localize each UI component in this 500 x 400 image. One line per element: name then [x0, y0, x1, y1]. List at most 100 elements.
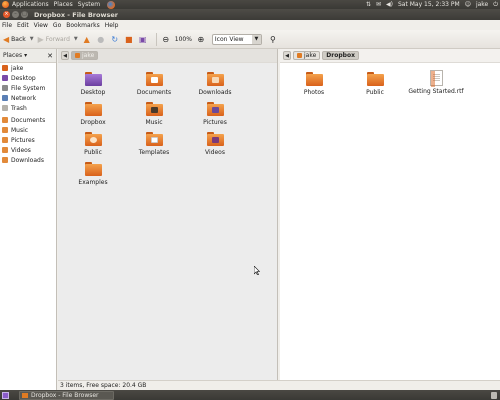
public-folder-icon: [84, 132, 102, 146]
right-file-pane[interactable]: ◀ jake Dropbox Photos Public Getting Sta…: [280, 49, 500, 380]
file-name: Downloads: [198, 89, 232, 96]
path-crumb-jake[interactable]: jake: [71, 51, 99, 60]
path-back-arrow-icon[interactable]: ◀: [61, 51, 69, 60]
sidebar-item-label: File System: [11, 84, 46, 92]
folder-icon: [2, 127, 8, 133]
file-name: Photos: [303, 89, 325, 96]
menu-places[interactable]: Places: [54, 1, 73, 8]
user-icon: ☺: [464, 1, 471, 8]
file-name: Dropbox: [80, 119, 106, 126]
folder-item-desktop[interactable]: Desktop: [63, 72, 123, 96]
sidebar-item-network[interactable]: Network: [0, 93, 56, 103]
menu-view[interactable]: View: [34, 22, 48, 29]
folder-item-music[interactable]: Music: [124, 102, 184, 126]
back-label: Back: [11, 35, 26, 43]
menu-file[interactable]: File: [2, 22, 12, 29]
zoom-out-icon[interactable]: ⊖: [161, 34, 171, 44]
folder-item-public[interactable]: Public: [345, 72, 405, 96]
show-desktop-icon[interactable]: [2, 391, 9, 399]
folder-icon: [2, 117, 8, 123]
file-name: Public: [84, 149, 102, 156]
maximize-window-button[interactable]: □: [21, 11, 28, 18]
view-mode-select[interactable]: Icon View ▼: [211, 33, 262, 45]
menu-applications[interactable]: Applications: [12, 1, 49, 8]
sidebar-item-downloads[interactable]: Downloads: [0, 155, 56, 165]
back-history-dropdown[interactable]: ▼: [30, 36, 34, 42]
folder-item-dropbox[interactable]: Dropbox: [63, 102, 123, 126]
computer-icon[interactable]: ▣: [138, 34, 148, 44]
sidebar-item-desktop[interactable]: Desktop: [0, 73, 56, 83]
desktop-folder-icon: [84, 72, 102, 86]
dropbox-folder-icon: [84, 102, 102, 116]
forward-button[interactable]: ▶ Forward: [38, 35, 70, 44]
path-back-arrow-icon[interactable]: ◀: [283, 51, 291, 60]
zoom-in-icon[interactable]: ⊕: [196, 34, 206, 44]
sidebar-item-file-system[interactable]: File System: [0, 83, 56, 93]
toolbar: ◀ Back ▼ ▶ Forward ▼ ▲ ● ↻ ■ ▣ ⊖ 100% ⊕ …: [0, 30, 500, 49]
sidebar-item-videos[interactable]: Videos: [0, 145, 56, 155]
sidebar-item-trash[interactable]: Trash: [0, 103, 56, 113]
file-name: Templates: [138, 149, 170, 156]
folder-item-pictures[interactable]: Pictures: [185, 102, 245, 126]
file-name: Videos: [205, 149, 225, 156]
user-name[interactable]: jake: [476, 1, 488, 8]
sidebar-item-label: Documents: [11, 116, 46, 124]
places-sidebar: Places ▾ ✕ jake Desktop File System Netw…: [0, 49, 57, 390]
menu-bookmarks[interactable]: Bookmarks: [66, 22, 100, 29]
left-path-bar: ◀ jake: [58, 49, 277, 63]
top-panel: Applications Places System ⇅ ✉ ◀) Sat Ma…: [0, 0, 500, 9]
forward-label: Forward: [45, 35, 70, 43]
sidebar-item-label: Trash: [11, 104, 27, 112]
sidebar-item-label: Music: [11, 126, 29, 134]
search-icon[interactable]: ⚲: [268, 34, 278, 44]
menu-go[interactable]: Go: [53, 22, 61, 29]
folder-icon: [2, 147, 8, 153]
menu-edit[interactable]: Edit: [17, 22, 29, 29]
sidebar-item-pictures[interactable]: Pictures: [0, 135, 56, 145]
sidebar-item-documents[interactable]: Documents: [0, 115, 56, 125]
stop-icon[interactable]: ●: [96, 34, 106, 44]
clock[interactable]: Sat May 15, 2:33 PM: [398, 1, 460, 8]
sidebar-item-jake[interactable]: jake: [0, 63, 56, 73]
folder-item-public[interactable]: Public: [63, 132, 123, 156]
path-crumb-dropbox[interactable]: Dropbox: [322, 51, 359, 60]
window-titlebar[interactable]: × – □ Dropbox - File Browser: [0, 9, 500, 20]
menu-help[interactable]: Help: [105, 22, 119, 29]
file-name: Public: [366, 89, 384, 96]
left-file-pane[interactable]: ◀ jake Desktop Documents Downloads Dropb…: [58, 49, 278, 380]
crumb-label: jake: [82, 52, 95, 59]
close-sidebar-icon[interactable]: ✕: [47, 52, 53, 60]
reload-icon[interactable]: ↻: [110, 34, 120, 44]
file-item-getting-started[interactable]: Getting Started.rtf: [406, 70, 466, 95]
trash-icon: [2, 105, 8, 111]
mouse-pointer-icon: [254, 266, 260, 275]
forward-history-dropdown[interactable]: ▼: [74, 36, 78, 42]
taskbar-item-file-browser[interactable]: Dropbox - File Browser: [19, 390, 114, 400]
folder-item-documents[interactable]: Documents: [124, 72, 184, 96]
sidebar-header[interactable]: Places ▾ ✕: [0, 49, 56, 63]
window-title: Dropbox - File Browser: [34, 10, 118, 19]
power-icon[interactable]: ⏻: [493, 1, 498, 9]
ubuntu-logo-icon[interactable]: [2, 1, 9, 8]
folder-item-downloads[interactable]: Downloads: [185, 72, 245, 96]
network-icon[interactable]: ⇅: [366, 1, 371, 8]
mail-icon[interactable]: ✉: [376, 1, 381, 8]
folder-item-videos[interactable]: Videos: [185, 132, 245, 156]
crumb-label: jake: [304, 52, 317, 59]
path-crumb-jake[interactable]: jake: [293, 51, 321, 60]
firefox-launcher-icon[interactable]: [107, 0, 116, 9]
volume-icon[interactable]: ◀): [386, 1, 393, 8]
up-icon[interactable]: ▲: [82, 34, 92, 44]
sidebar-item-label: Network: [11, 94, 37, 102]
sidebar-item-music[interactable]: Music: [0, 125, 56, 135]
back-button[interactable]: ◀ Back: [3, 35, 26, 44]
close-window-button[interactable]: ×: [3, 11, 10, 18]
minimize-window-button[interactable]: –: [12, 11, 19, 18]
folder-item-examples[interactable]: Examples: [63, 162, 123, 186]
menu-system[interactable]: System: [78, 1, 100, 8]
forward-arrow-icon: ▶: [37, 34, 44, 44]
folder-item-photos[interactable]: Photos: [284, 72, 344, 96]
trash-applet-icon[interactable]: [491, 391, 497, 399]
folder-item-templates[interactable]: Templates: [124, 132, 184, 156]
home-icon[interactable]: ■: [124, 34, 134, 44]
